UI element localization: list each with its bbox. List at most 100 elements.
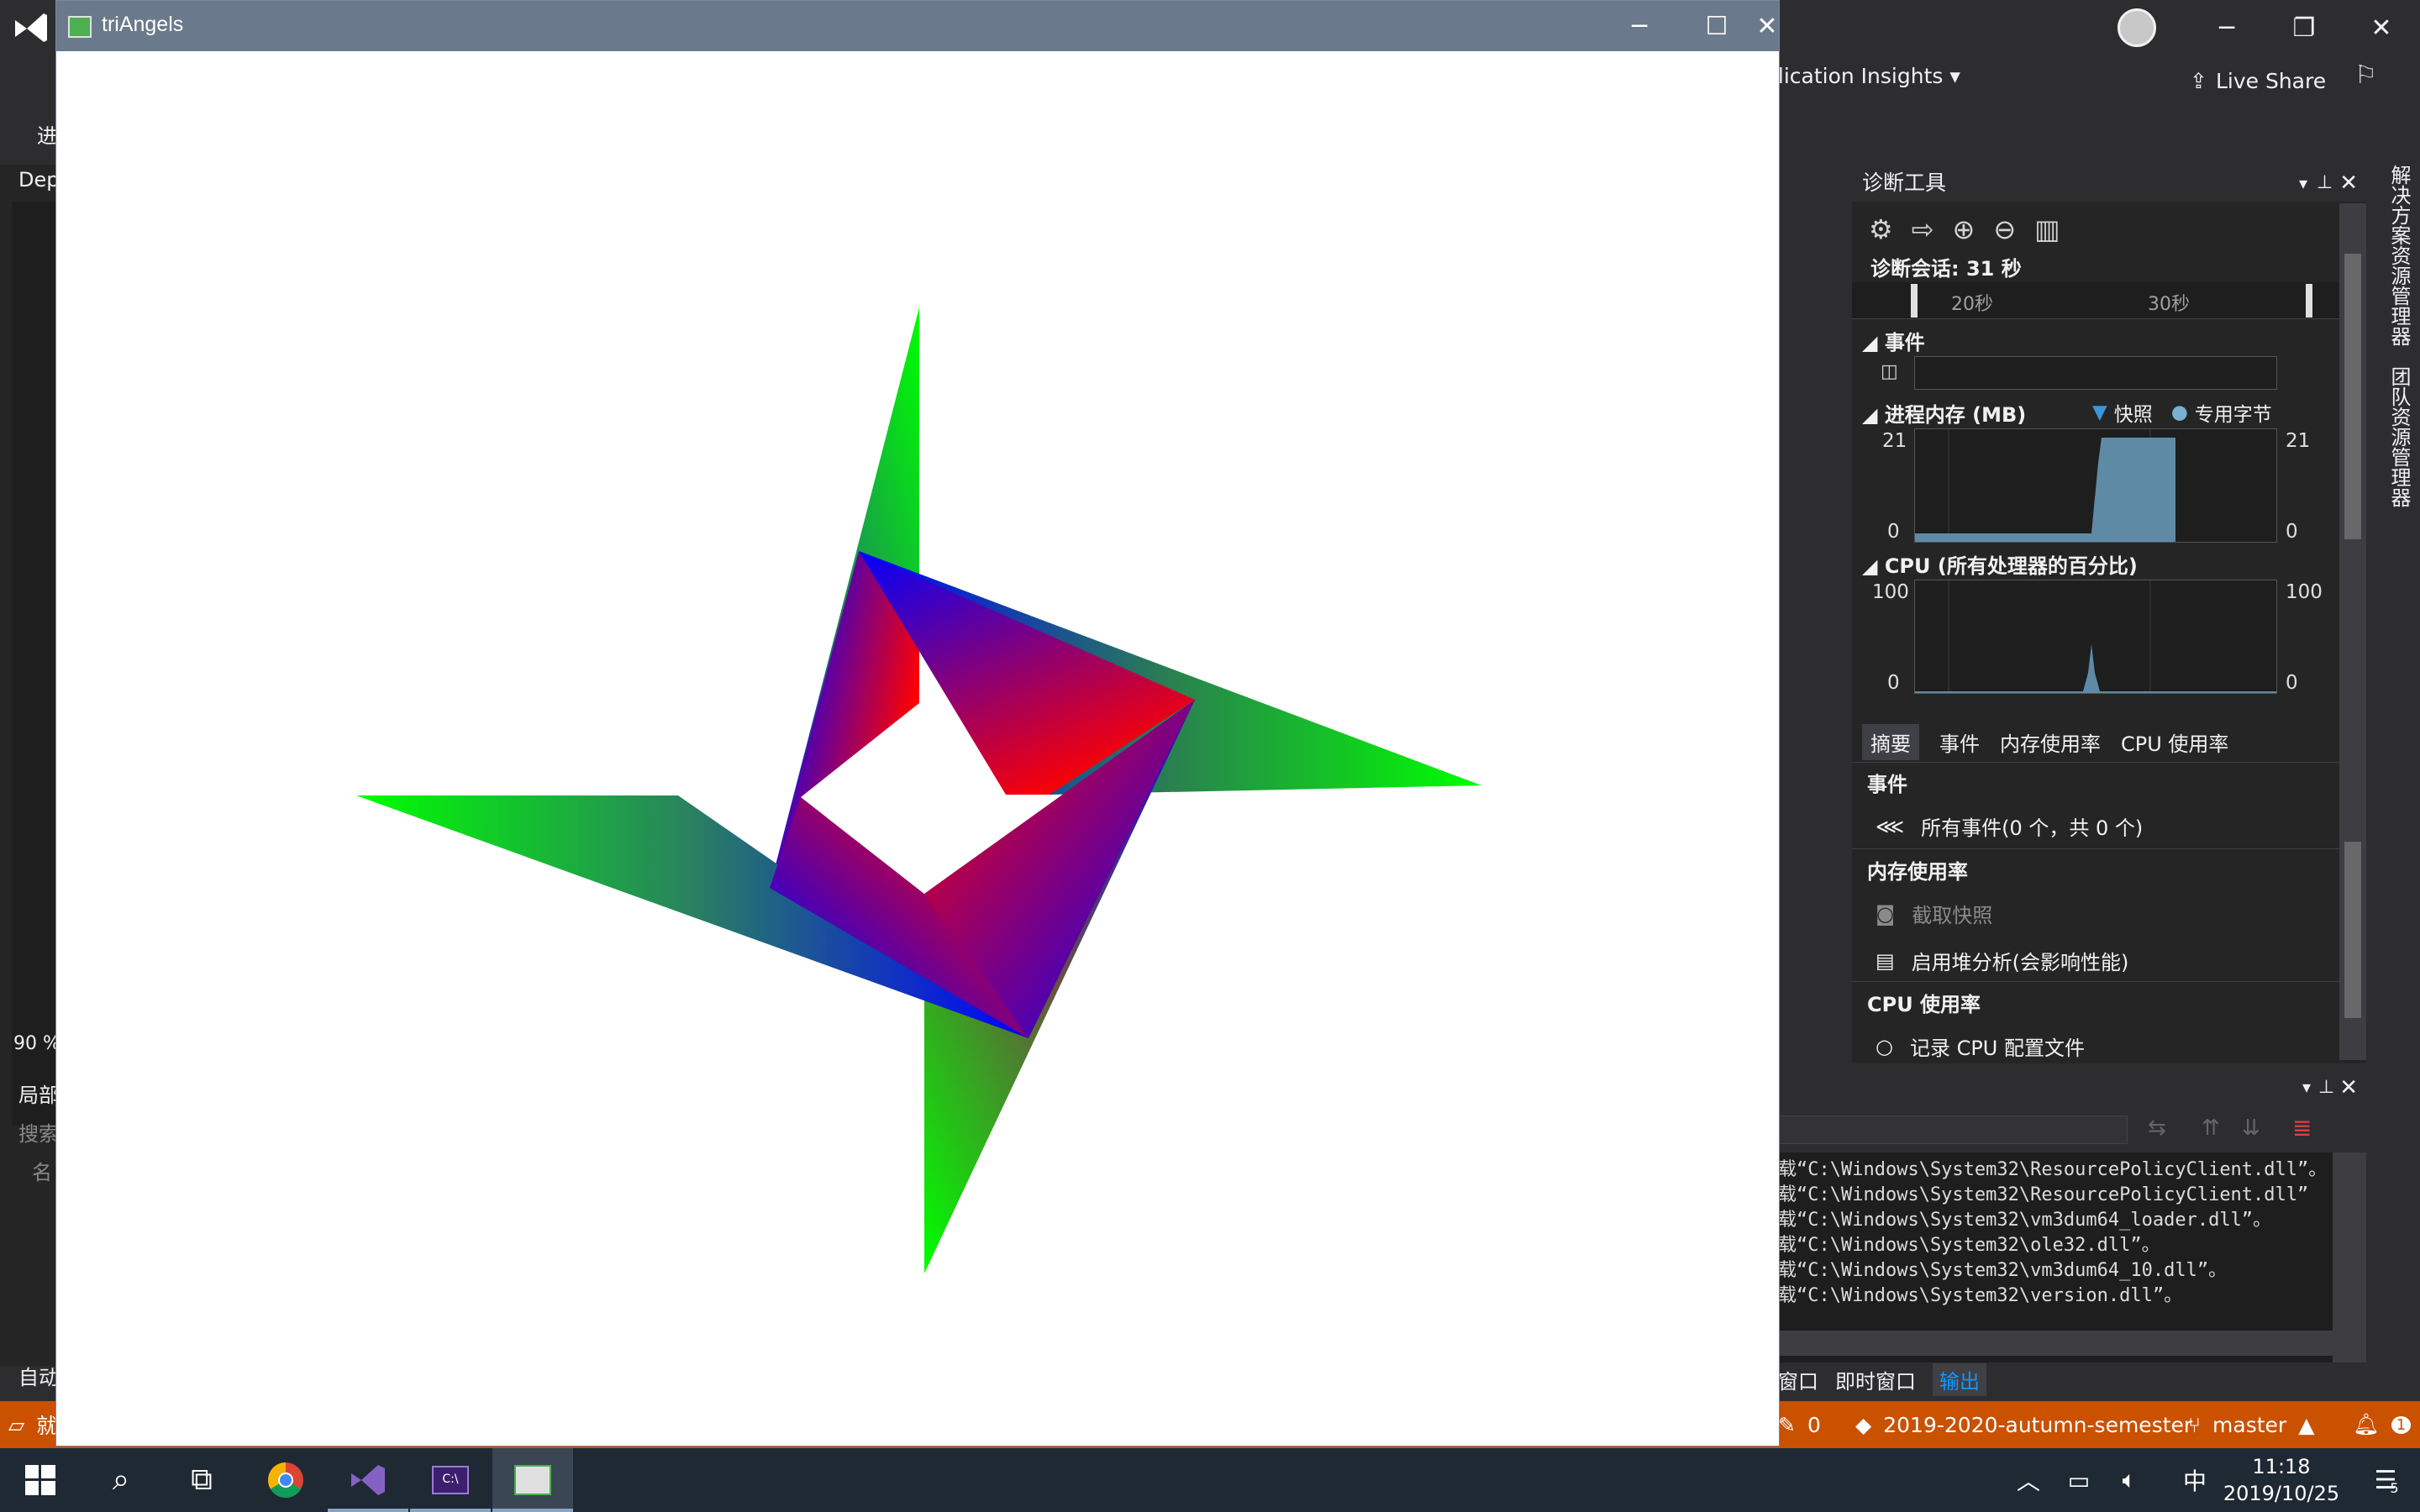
notifications[interactable]: 🔔︎ 1 [2353, 1401, 2412, 1448]
all-events-link[interactable]: ⋘ 所有事件(0 个，共 0 个) [1876, 811, 2143, 841]
cpu-section-header[interactable]: ◢ CPU (所有处理器的百分比) [1862, 549, 2138, 579]
visual-studio-taskbar-icon[interactable] [328, 1448, 408, 1512]
app-title: triAngels [102, 13, 184, 36]
clock[interactable]: 11:18 2019/10/25 [2218, 1453, 2344, 1507]
prev-message-icon[interactable]: ⇈ [2202, 1116, 2220, 1141]
volume-muted-icon[interactable]: 🔈︎ [2104, 1448, 2154, 1512]
tab-cpu-usage[interactable]: CPU 使用率 [2121, 727, 2228, 757]
show-hidden-icons[interactable]: ︿ [2003, 1448, 2054, 1512]
pin-icon[interactable]: ⊥ [2317, 165, 2333, 202]
tab-summary[interactable]: 摘要 [1862, 724, 1919, 760]
dropdown-icon[interactable]: ▾ [2302, 1077, 2311, 1097]
console-taskbar-icon[interactable]: C:\ [410, 1448, 491, 1512]
task-view-icon[interactable]: ⧉ [161, 1448, 242, 1512]
take-snapshot-label: 截取快照 [1912, 904, 1993, 927]
record-cpu-button[interactable]: ○ 记录 CPU 配置文件 [1876, 1032, 2085, 1061]
network-icon[interactable]: ▭ [2054, 1448, 2104, 1512]
tab-window-fragment[interactable]: 窗口 [1778, 1365, 1818, 1394]
summary-memory-title: 内存使用率 [1867, 860, 1968, 884]
cpu-chart [1914, 580, 2277, 694]
timeline-end-handle[interactable] [2306, 284, 2312, 318]
action-center-icon[interactable]: ☰ 5 [2353, 1448, 2420, 1512]
clear-all-icon[interactable]: ≣ [2292, 1114, 2312, 1142]
zoom-out-icon[interactable]: ⊖ [1993, 213, 2016, 245]
zoom-in-icon[interactable]: ⊕ [1953, 213, 1975, 245]
tab-output[interactable]: 输出 [1933, 1362, 1986, 1396]
tab-immediate-window[interactable]: 即时窗口 [1835, 1365, 1916, 1394]
take-snapshot-button[interactable]: ◙ 截取快照 [1876, 899, 1992, 928]
output-line: 载“C:\Windows\System32\vm3dum64_loader.dl… [1778, 1210, 2272, 1231]
diag-title-text: 诊断工具 [1862, 171, 1947, 195]
chrome-icon[interactable] [245, 1448, 326, 1512]
memory-min-left: 0 [1887, 521, 1900, 543]
close-icon[interactable]: ✕ [2339, 1075, 2358, 1100]
goto-error-icon[interactable]: ⇆ [2148, 1116, 2166, 1141]
ime-indicator[interactable]: 中 [2171, 1448, 2218, 1512]
diag-scrollbar[interactable] [2339, 203, 2366, 1060]
next-message-icon[interactable]: ⇊ [2242, 1116, 2260, 1141]
memory-chart [1914, 428, 2277, 543]
team-explorer-tab[interactable]: 团队资源管理器 [2385, 366, 2414, 507]
settings-icon[interactable]: ⚙ [1869, 213, 1893, 245]
application-insights-button[interactable]: plication Insights ▾ [1765, 64, 1960, 97]
search-icon[interactable]: ⌕ [81, 1448, 161, 1512]
tab-events[interactable]: 事件 [1939, 727, 1980, 757]
repo-selector[interactable]: ◆ 2019-2020-autumn-semester [1855, 1401, 2192, 1448]
live-share-button[interactable]: ⇪ Live Share [2190, 64, 2326, 97]
cpu-max-left: 100 [1872, 581, 1909, 603]
minimize-icon[interactable]: ─ [1601, 1, 1678, 51]
cpu-chart-svg [1915, 580, 2276, 693]
git-icon: ◆ [1855, 1412, 1872, 1437]
dropdown-icon[interactable]: ▾ [2299, 165, 2307, 202]
locals-tab-fragment[interactable]: 局部 [18, 1079, 59, 1108]
close-icon[interactable]: ✕ [2339, 165, 2358, 202]
live-share-label: Live Share [2215, 68, 2327, 93]
maximize-icon[interactable]: ☐ [1678, 1, 1755, 51]
events-section-header[interactable]: ◢ 事件 [1862, 326, 1925, 355]
diagnostic-tools-title: 诊断工具 ▾ ⊥ ✕ [1852, 165, 2366, 202]
diagnostic-tools-panel: 诊断工具 ▾ ⊥ ✕ ⚙ ⇨ ⊕ ⊖ ▥ 诊断会话: 31 秒 20秒 30秒 … [1852, 165, 2366, 1063]
memory-min-right: 0 [2286, 521, 2298, 543]
diag-tabs: 摘要 事件 内存使用率 CPU 使用率 [1852, 722, 2366, 763]
branch-icon: ⑂ [2188, 1412, 2202, 1437]
zoom-level[interactable]: 90 % [13, 1033, 60, 1054]
scroll-thumb-top[interactable] [2344, 254, 2361, 539]
search-fragment[interactable]: 搜索 [18, 1117, 59, 1147]
render-canvas[interactable] [56, 51, 1779, 1446]
triangels-taskbar-icon[interactable] [492, 1448, 573, 1512]
name-column-fragment: 名 [32, 1161, 52, 1184]
output-panel: ▾ ⊥ ✕ ⇆ ⇈ ⇊ ≣ 载“C:\Windows\System32\Reso… [1778, 1072, 2366, 1362]
bottom-tool-tabs: 窗口 即时窗口 输出 [1778, 1362, 2420, 1396]
tab-memory-usage[interactable]: 内存使用率 [2000, 727, 2101, 757]
account-avatar[interactable] [2118, 8, 2156, 47]
branch-selector[interactable]: ⑂ master ▲ [2188, 1401, 2314, 1448]
output-hscrollbar[interactable] [1778, 1331, 2333, 1356]
timeline-start-handle[interactable] [1911, 284, 1918, 318]
vs-close-icon[interactable]: ✕ [2343, 0, 2420, 55]
close-icon[interactable]: ✕ [1755, 1, 1779, 51]
all-events-label: 所有事件(0 个，共 0 个) [1921, 816, 2144, 840]
app-titlebar[interactable]: triAngels ─ ☐ ✕ [56, 1, 1779, 51]
memory-max-left: 21 [1882, 430, 1907, 452]
pin-icon[interactable]: ⊥ [2318, 1077, 2334, 1098]
solution-explorer-tab[interactable]: 解决方案资源管理器 [2385, 165, 2414, 346]
reset-zoom-icon[interactable]: ▥ [2034, 213, 2060, 245]
menu-fragment: 进 [37, 124, 57, 148]
scroll-thumb-bottom[interactable] [2344, 842, 2361, 1018]
running-indicator [328, 1509, 408, 1512]
autos-tab-fragment[interactable]: 自动 [18, 1361, 59, 1390]
tab-fragment[interactable]: Dep [18, 168, 59, 192]
vs-restore-icon[interactable]: ❐ [2265, 0, 2343, 55]
events-pause-icon[interactable]: ◫ [1881, 361, 1898, 382]
feedback-icon[interactable]: ⚐ [2354, 60, 2377, 90]
output-source-select[interactable] [1778, 1116, 2128, 1144]
output-scrollbar[interactable] [2333, 1152, 2366, 1362]
timeline-ruler[interactable]: 20秒 30秒 [1852, 282, 2339, 319]
vs-minimize-icon[interactable]: ─ [2188, 0, 2265, 55]
pending-changes[interactable]: ✎ 0 [1778, 1401, 1821, 1448]
start-button[interactable] [0, 1448, 81, 1512]
heap-profiling-button[interactable]: ▤ 启用堆分析(会影响性能) [1876, 946, 2128, 975]
memory-section-header[interactable]: ◢ 进程内存 (MB) [1862, 398, 2026, 428]
export-icon[interactable]: ⇨ [1912, 213, 1934, 245]
output-line: 载“C:\Windows\System32\ResourcePolicyClie… [1778, 1184, 2309, 1205]
